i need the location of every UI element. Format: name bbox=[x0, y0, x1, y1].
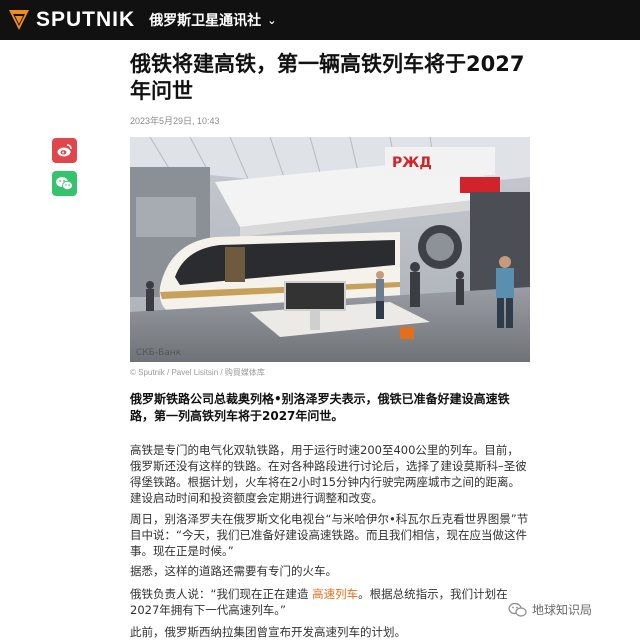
weibo-share-button[interactable] bbox=[52, 138, 77, 163]
high-speed-train-link[interactable]: 高速列车 bbox=[312, 587, 358, 601]
svg-text:РЖД: РЖД bbox=[392, 155, 432, 171]
article-paragraph: 据悉，这样的道路还需要有专门的火车。 bbox=[130, 564, 337, 578]
svg-text:СКБ-Банк: СКБ-Банк bbox=[136, 348, 182, 358]
chevron-down-icon: ⌄ bbox=[267, 13, 277, 27]
article-photo: РЖД СКБ-Банк bbox=[130, 137, 530, 362]
top-bar: SPUTNIK 俄罗斯卫星通讯社 ⌄ bbox=[0, 0, 640, 40]
sputnik-logo[interactable]: SPUTNIK bbox=[6, 7, 135, 33]
article-paragraph: 俄铁负责人说：“我们现在正在建造 高速列车。根据总统指示，我们计划在2027年拥… bbox=[130, 586, 530, 618]
watermark-text: 地球知识局 bbox=[532, 603, 593, 617]
article-paragraph: 周日，别洛泽罗夫在俄罗斯文化电视台“与米哈伊尔•科瓦尔丘克看世界图景”节目中说：… bbox=[130, 512, 529, 558]
wechat-watermark-icon bbox=[508, 602, 527, 617]
section-selector[interactable]: 俄罗斯卫星通讯社 ⌄ bbox=[149, 10, 276, 30]
article-paragraph: 高铁是专门的电气化双轨铁路，用于运行时速200至400公里的列车。目前，俄罗斯还… bbox=[130, 443, 527, 505]
brand-name: SPUTNIK bbox=[36, 8, 136, 31]
article-title: 俄铁将建高铁，第一辆高铁列车将于2027年问世 bbox=[130, 52, 525, 103]
section-name: 俄罗斯卫星通讯社 bbox=[149, 13, 262, 29]
article-paragraph: 此前，俄罗斯西纳拉集团曾宣布开发高速列车的计划。 bbox=[130, 625, 406, 639]
weibo-icon bbox=[57, 144, 72, 157]
article-date: 2023年5月29日, 10:43 bbox=[130, 116, 220, 126]
photo-caption: © Sputnik / Pavel Lisitsin / 购買媒体库 bbox=[130, 368, 265, 377]
article-lead: 俄罗斯铁路公司总裁奥列格•别洛泽罗夫表示，俄铁已准备好建设高速铁路，第一列高铁列… bbox=[130, 392, 510, 423]
wechat-icon bbox=[56, 177, 73, 191]
sputnik-logo-icon bbox=[9, 10, 29, 30]
paragraph-text: 俄铁负责人说：“我们现在正在建造 bbox=[130, 587, 313, 601]
watermark: 地球知识局 bbox=[508, 601, 592, 618]
train-exhibition-image: РЖД СКБ-Банк bbox=[130, 137, 530, 362]
wechat-share-button[interactable] bbox=[52, 171, 77, 196]
